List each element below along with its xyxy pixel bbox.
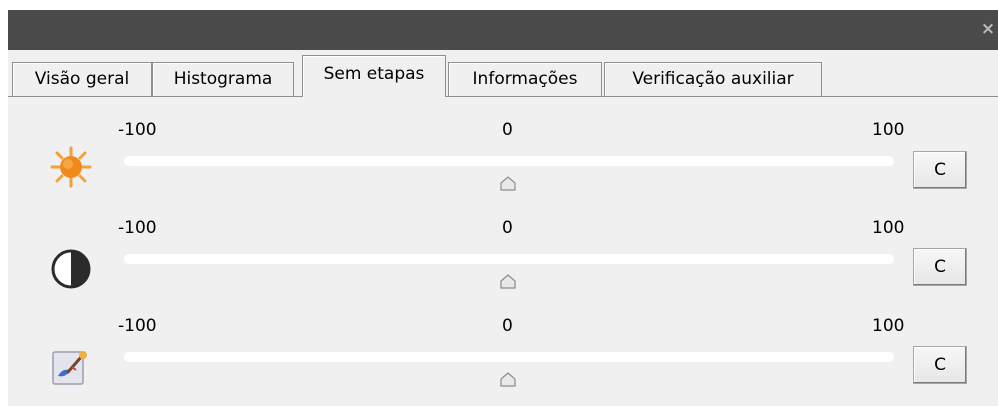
tab-visao-geral[interactable]: Visão geral <box>12 62 152 96</box>
saturation-slider-track[interactable] <box>124 352 894 362</box>
close-button[interactable]: × <box>980 19 996 39</box>
contrast-row: -100 0 100 C <box>8 210 998 310</box>
title-bar: × <box>8 10 998 50</box>
mid-label: 0 <box>502 316 513 336</box>
saturation-slider-thumb[interactable] <box>499 371 517 387</box>
saturation-row: -100 0 100 C <box>8 308 998 408</box>
contrast-reset-button[interactable]: C <box>913 248 967 286</box>
max-label: 100 <box>872 218 905 238</box>
brightness-sun-icon <box>50 146 92 188</box>
brightness-row: -100 0 100 C <box>8 112 998 212</box>
contrast-slider-thumb[interactable] <box>499 273 517 289</box>
brightness-slider-thumb[interactable] <box>499 175 517 191</box>
saturation-reset-button[interactable]: C <box>913 346 967 384</box>
mid-label: 0 <box>502 218 513 238</box>
mid-label: 0 <box>502 120 513 140</box>
brightness-slider-track[interactable] <box>124 156 894 166</box>
min-label: -100 <box>118 120 157 140</box>
tab-histograma[interactable]: Histograma <box>152 62 294 96</box>
contrast-slider-track[interactable] <box>124 254 894 264</box>
tab-baseline <box>8 96 998 97</box>
adjustment-panel: × Visão geral Histograma Sem etapas Info… <box>8 10 998 406</box>
min-label: -100 <box>118 316 157 336</box>
tab-verificacao-auxiliar[interactable]: Verificação auxiliar <box>604 62 822 96</box>
contrast-icon <box>50 248 92 290</box>
max-label: 100 <box>872 120 905 140</box>
saturation-paint-icon <box>50 346 92 388</box>
tab-sem-etapas[interactable]: Sem etapas <box>302 55 446 97</box>
min-label: -100 <box>118 218 157 238</box>
tab-informacoes[interactable]: Informações <box>448 62 602 96</box>
max-label: 100 <box>872 316 905 336</box>
brightness-reset-button[interactable]: C <box>913 151 967 189</box>
